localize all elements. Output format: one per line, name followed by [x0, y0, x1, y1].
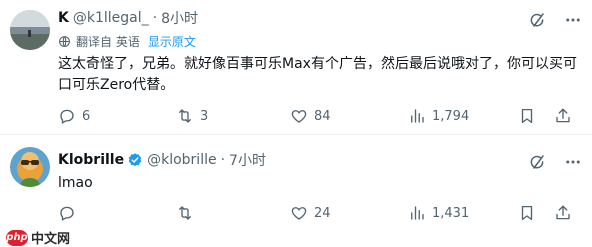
retweet-button[interactable] [176, 204, 200, 222]
like-button[interactable]: 24 [290, 204, 331, 222]
separator-dot: · [152, 10, 158, 26]
share-button[interactable] [554, 204, 572, 222]
retweet-icon [176, 204, 194, 222]
reply-button[interactable]: 6 [58, 107, 90, 125]
like-count: 24 [314, 205, 331, 221]
more-icon[interactable] [564, 153, 582, 171]
like-count: 84 [314, 108, 331, 124]
bookmark-icon [518, 204, 536, 222]
tweet-header: K @k1llegal_ · 8小时 [58, 8, 198, 28]
user-handle[interactable]: @klobrille [147, 152, 217, 168]
share-button[interactable] [554, 107, 572, 125]
bookmark-button[interactable] [518, 107, 536, 125]
views-icon [408, 107, 426, 125]
views-icon [408, 204, 426, 222]
tweet-actions: 6 3 84 1,794 [58, 107, 578, 127]
translated-from-label: 翻译自 英语 [76, 34, 140, 49]
view-count: 1,794 [432, 108, 470, 124]
tweet-text: 这太奇怪了，兄弟。就好像百事可乐Max有个广告，然后最后说哦对了，你可以买可口可… [58, 56, 577, 93]
views-button[interactable]: 1,431 [408, 204, 469, 222]
reply-icon [58, 107, 76, 125]
view-count: 1,431 [432, 205, 470, 221]
tweet[interactable]: Klobrille @klobrille · 7小时 lmao 24 1,431 [0, 135, 592, 247]
tweet-corner-actions [528, 11, 582, 29]
retweet-icon [176, 107, 194, 125]
avatar[interactable] [10, 147, 50, 187]
reply-count: 6 [82, 108, 91, 124]
tweet[interactable]: K @k1llegal_ · 8小时 翻译自 英语 显示原文 这太奇怪了，兄弟。… [0, 0, 592, 134]
grok-icon[interactable] [528, 153, 546, 171]
tweet-text: lmao [58, 175, 93, 191]
verified-badge-icon [127, 152, 143, 168]
tweet-corner-actions [528, 153, 582, 171]
grok-icon[interactable] [528, 11, 546, 29]
retweet-button[interactable]: 3 [176, 107, 208, 125]
bookmark-icon [518, 107, 536, 125]
share-icon [554, 204, 572, 222]
heart-icon [290, 204, 308, 222]
reply-icon [58, 204, 76, 222]
separator-dot: · [220, 152, 226, 168]
watermark-text: 中文网 [31, 232, 71, 247]
timestamp[interactable]: 8小时 [161, 8, 198, 28]
reply-button[interactable] [58, 204, 82, 222]
translate-icon [58, 35, 76, 48]
show-original-link[interactable]: 显示原文 [148, 33, 196, 50]
share-icon [554, 107, 572, 125]
avatar[interactable] [10, 10, 50, 50]
watermark-logo: php [6, 229, 28, 246]
like-button[interactable]: 84 [290, 107, 331, 125]
retweet-count: 3 [200, 108, 209, 124]
user-handle[interactable]: @k1llegal_ [73, 10, 149, 26]
translation-notice: 翻译自 英语 显示原文 [58, 32, 196, 50]
display-name[interactable]: K [58, 10, 69, 26]
timestamp[interactable]: 7小时 [229, 150, 266, 170]
display-name[interactable]: Klobrille [58, 152, 124, 168]
views-button[interactable]: 1,794 [408, 107, 469, 125]
site-watermark: php 中文网 [6, 228, 70, 247]
heart-icon [290, 107, 308, 125]
tweet-header: Klobrille @klobrille · 7小时 [58, 150, 266, 170]
tweet-actions: 24 1,431 [58, 204, 578, 224]
more-icon[interactable] [564, 11, 582, 29]
bookmark-button[interactable] [518, 204, 536, 222]
